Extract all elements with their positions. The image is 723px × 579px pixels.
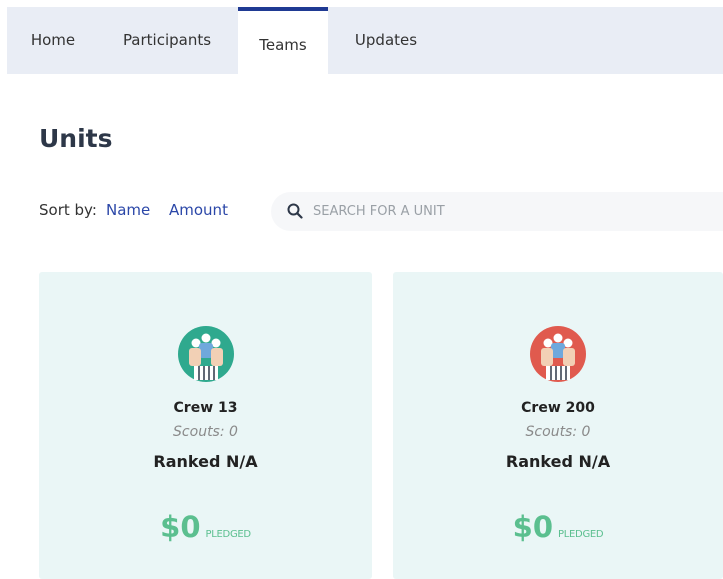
- sort-by-name-link[interactable]: Name: [106, 201, 150, 219]
- unit-rank: Ranked N/A: [153, 452, 258, 471]
- pledged-amount: $0: [512, 510, 554, 544]
- search-input[interactable]: [313, 192, 713, 231]
- unit-card[interactable]: Crew 200 Scouts: 0 Ranked N/A $0 PLEDGED: [393, 272, 723, 579]
- pledged-amount: $0: [160, 510, 201, 544]
- tab-participants[interactable]: Participants: [99, 7, 235, 74]
- nav-tabbar: Home Participants Teams Updates: [7, 7, 723, 74]
- unit-rank: Ranked N/A: [505, 452, 611, 471]
- unit-scouts-count: Scouts: 0: [525, 424, 591, 440]
- tab-home[interactable]: Home: [7, 7, 99, 74]
- sort-label: Sort by:: [39, 201, 97, 219]
- unit-pledged: $0 PLEDGED: [39, 510, 372, 544]
- pledged-label: PLEDGED: [205, 529, 252, 540]
- pledged-label: PLEDGED: [558, 529, 604, 540]
- unit-name: Crew 200: [521, 400, 595, 416]
- tab-updates[interactable]: Updates: [328, 7, 444, 74]
- search-bar: [271, 192, 723, 231]
- sort-by-amount-link[interactable]: Amount: [169, 201, 228, 219]
- unit-name: Crew 13: [173, 400, 238, 416]
- team-avatar-icon: [177, 326, 234, 382]
- team-avatar-icon: [530, 326, 586, 382]
- search-icon: [287, 203, 303, 219]
- unit-card[interactable]: Crew 13 Scouts: 0 Ranked N/A $0 PLEDGED: [39, 272, 372, 579]
- tab-teams[interactable]: Teams: [238, 7, 328, 74]
- page-title: Units: [39, 124, 113, 153]
- unit-pledged: $0 PLEDGED: [393, 510, 723, 544]
- unit-scouts-count: Scouts: 0: [173, 424, 238, 440]
